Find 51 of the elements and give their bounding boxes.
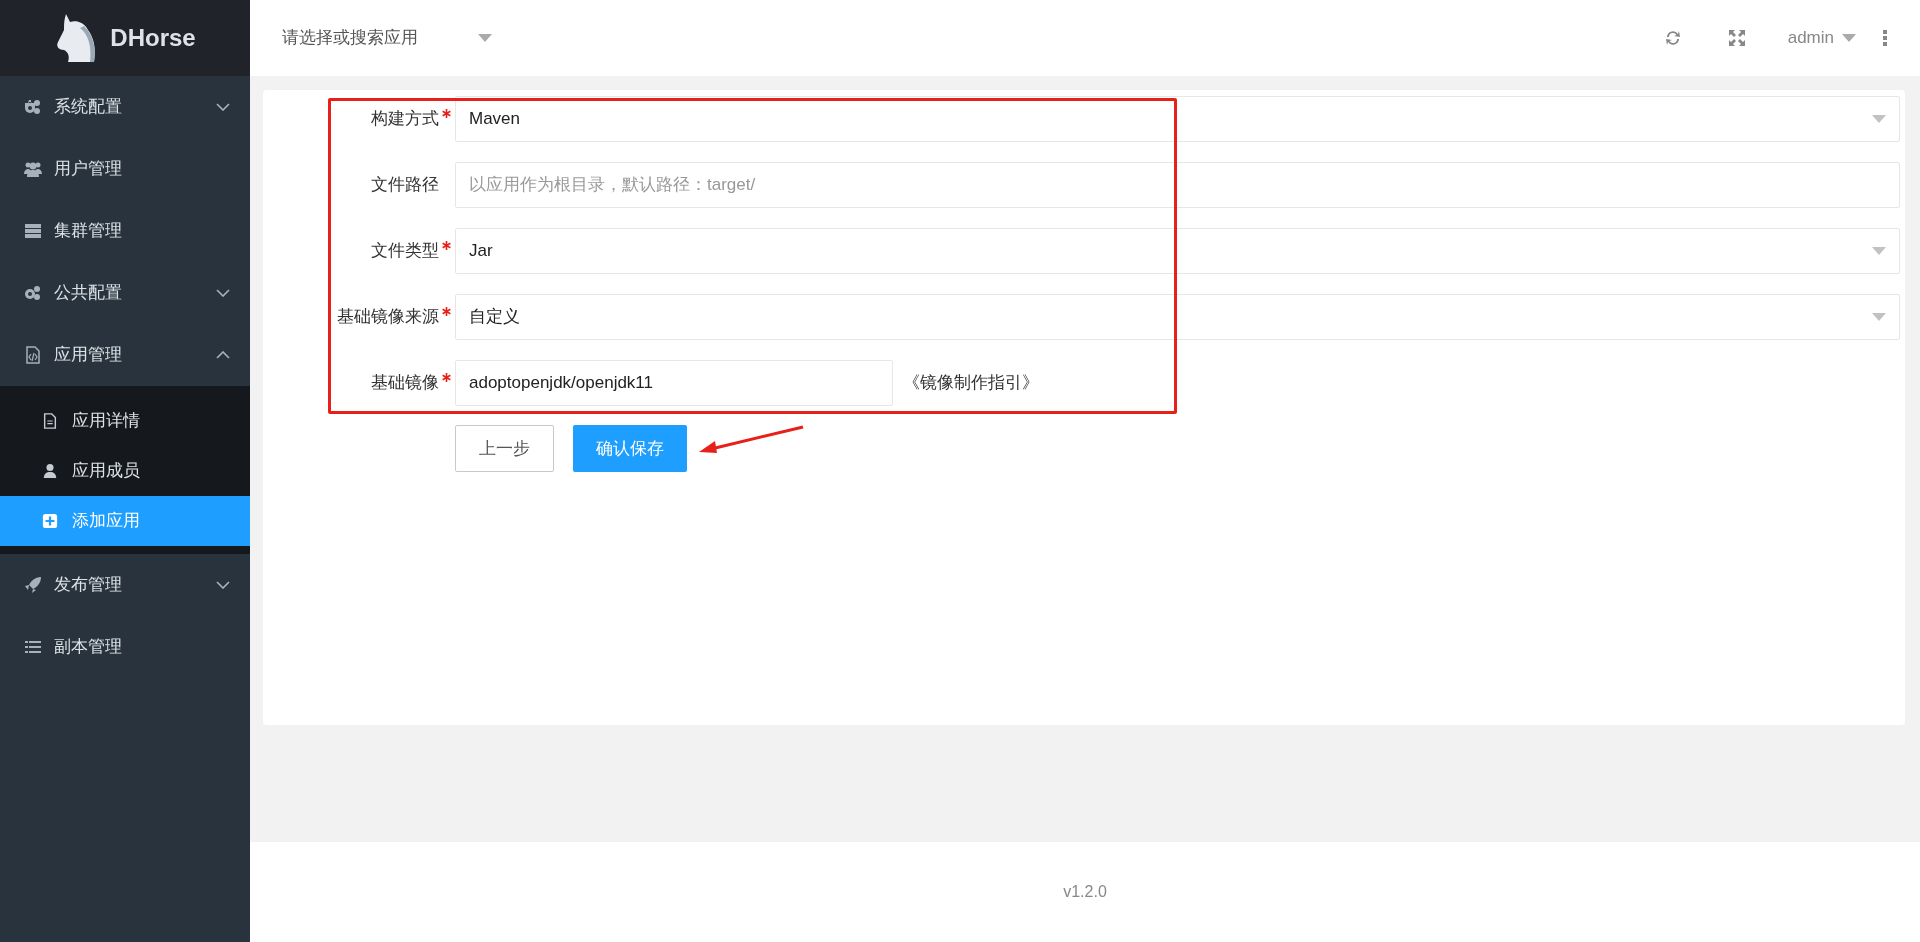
menu-item[interactable]: 集群管理 [0, 200, 250, 262]
plus-square-icon [42, 513, 58, 529]
version-label: v1.2.0 [1063, 882, 1107, 902]
users-icon [24, 160, 42, 178]
submenu-item[interactable]: 应用成员 [0, 446, 250, 496]
field-label: 文件路径 [371, 174, 439, 197]
gears-icon [24, 284, 42, 302]
input-field[interactable]: adoptopenjdk/openjdk11 [455, 360, 893, 406]
menu-item[interactable]: 公共配置 [0, 262, 250, 324]
menu-item[interactable]: 系统配置 [0, 76, 250, 138]
chevron-down-icon [216, 289, 230, 297]
menu-item[interactable]: 发布管理 [0, 554, 250, 616]
caret-icon [478, 34, 492, 42]
field-label: 基础镜像来源 [337, 306, 439, 329]
caret-icon [1842, 34, 1856, 42]
required-icon [442, 241, 451, 251]
refresh-icon[interactable] [1663, 29, 1682, 47]
guide-link[interactable]: 《镜像制作指引》 [903, 370, 1039, 396]
user-icon [42, 463, 58, 479]
caret-icon [1872, 247, 1886, 255]
chevron-up-icon [216, 351, 230, 359]
menu-item[interactable]: 应用管理 [0, 324, 250, 386]
field-label: 构建方式 [371, 108, 439, 131]
menu-item[interactable]: 用户管理 [0, 138, 250, 200]
gears-icon [24, 98, 42, 116]
user-menu[interactable]: admin [1787, 25, 1856, 51]
select-field[interactable]: Maven [455, 96, 1900, 142]
field-label: 基础镜像 [371, 372, 439, 395]
server-icon [24, 222, 42, 240]
submenu-item[interactable]: 应用详情 [0, 396, 250, 446]
list-icon [24, 638, 42, 656]
required-icon [442, 109, 451, 119]
field-label: 文件类型 [371, 240, 439, 263]
caret-icon [1872, 313, 1886, 321]
select-field[interactable]: Jar [455, 228, 1900, 274]
menu-item[interactable]: 副本管理 [0, 616, 250, 678]
required-icon [442, 307, 451, 317]
rocket-icon [24, 576, 42, 594]
chevron-down-icon [216, 581, 230, 589]
document-icon [42, 413, 58, 429]
fullscreen-icon[interactable] [1727, 29, 1746, 47]
caret-icon [1872, 115, 1886, 123]
app-name: DHorse [110, 23, 196, 53]
app-select[interactable]: 请选择或搜索应用 [282, 25, 492, 51]
select-field[interactable]: 自定义 [455, 294, 1900, 340]
back-button[interactable]: 上一步 [455, 425, 554, 472]
more-icon[interactable] [1882, 29, 1888, 47]
chevron-down-icon [216, 103, 230, 111]
code-file-icon [24, 346, 42, 364]
input-field[interactable]: 以应用作为根目录，默认路径：target/ [455, 162, 1900, 208]
required-icon [442, 373, 451, 383]
